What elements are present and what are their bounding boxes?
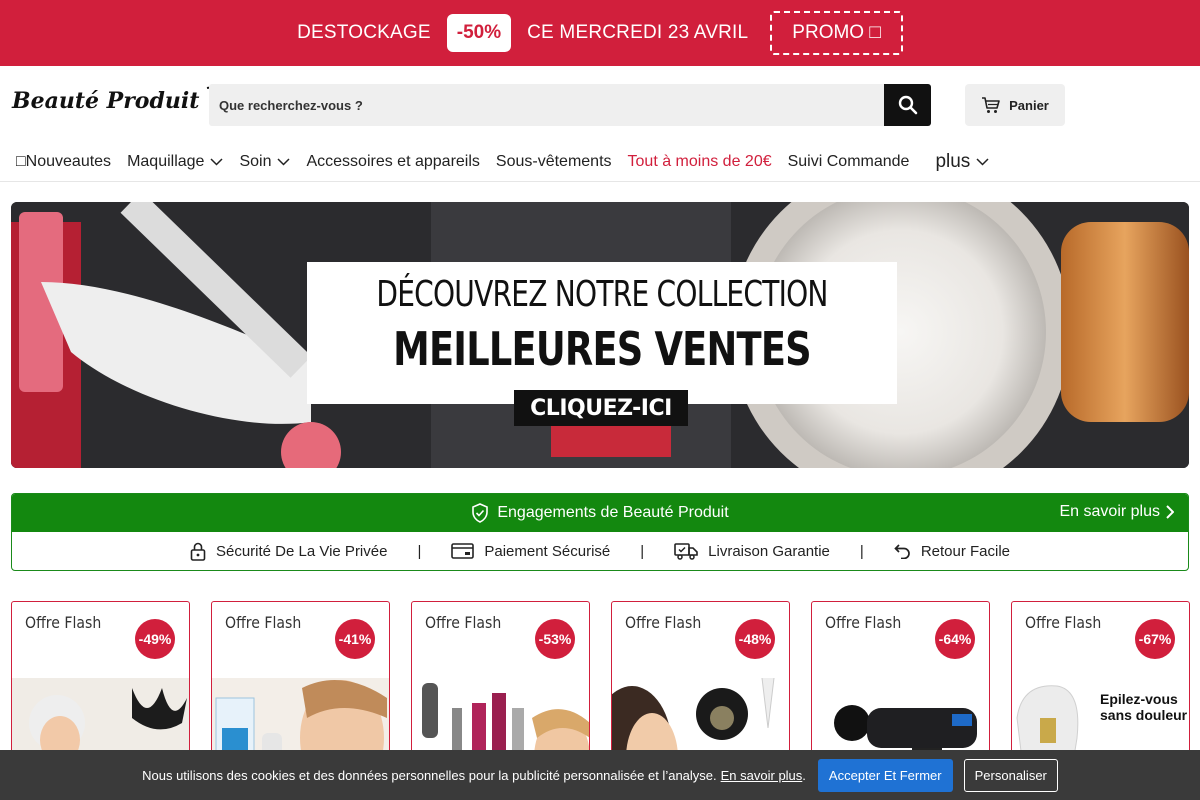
main-nav: □Nouveautes Maquillage Soin Accessoires … xyxy=(0,142,1200,182)
cookie-period: . xyxy=(802,767,806,783)
offer-label: Offre Flash xyxy=(225,613,302,632)
nav-item-label: □Nouveautes xyxy=(16,152,112,170)
hero-banner[interactable]: DÉCOUVREZ NOTRE COLLECTION MEILLEURES VE… xyxy=(11,202,1189,468)
nav-item-label: Sous-vêtements xyxy=(495,152,612,170)
cookie-message: Nous utilisons des cookies et des donnée… xyxy=(142,767,717,783)
cart-label: Panier xyxy=(1009,97,1049,113)
nav-item-nouveautes[interactable]: □Nouveautes xyxy=(16,153,111,171)
chevron-down-icon xyxy=(976,157,989,166)
nav-item-maquillage[interactable]: Maquillage xyxy=(127,153,223,171)
offer-label: Offre Flash xyxy=(425,613,502,632)
return-icon xyxy=(894,544,910,559)
promo-text-right: CE MERCREDI 23 AVRIL xyxy=(527,22,749,43)
engagement-label: Paiement Sécurisé xyxy=(484,542,611,560)
engagements-panel: Engagements de Beauté Produit En savoir … xyxy=(11,493,1189,571)
nav-item-label: Suivi Commande xyxy=(787,152,910,170)
engagements-header: Engagements de Beauté Produit En savoir … xyxy=(12,494,1188,532)
card-icon xyxy=(451,543,475,559)
cart-button[interactable]: Panier xyxy=(965,84,1065,126)
cart-icon xyxy=(982,97,1000,113)
engagements-more-label: En savoir plus xyxy=(1059,503,1161,520)
nav-item-sous-vetements[interactable]: Sous-vêtements xyxy=(496,153,612,171)
promo-banner: DESTOCKAGE -50% CE MERCREDI 23 AVRIL PRO… xyxy=(0,0,1200,66)
image-caption-2: sans douleur xyxy=(1100,707,1188,723)
separator: | xyxy=(417,542,422,560)
cookie-learn-more-link[interactable]: En savoir plus xyxy=(721,768,803,783)
discount-badge: -49% xyxy=(135,619,175,659)
search-button[interactable] xyxy=(884,84,931,126)
search-icon xyxy=(898,95,917,115)
engagement-label: Retour Facile xyxy=(920,542,1011,560)
separator: | xyxy=(859,542,864,560)
engagement-label: Sécurité De La Vie Privée xyxy=(215,542,388,560)
chevron-right-icon xyxy=(1166,505,1174,519)
engagements-title: Engagements de Beauté Produit xyxy=(497,504,729,521)
discount-badge: -53% xyxy=(535,619,575,659)
nav-item-label: Soin xyxy=(239,152,272,170)
offer-label: Offre Flash xyxy=(25,613,102,632)
discount-badge: -67% xyxy=(1135,619,1175,659)
hero-title-line2: MEILLEURES VENTES xyxy=(393,322,812,376)
engagements-list: Sécurité De La Vie Privée | Paiement Séc… xyxy=(12,532,1188,570)
engagement-privacy: Sécurité De La Vie Privée xyxy=(190,542,387,561)
promo-button[interactable]: PROMO □ xyxy=(770,11,903,55)
image-caption-1: Epilez-vous xyxy=(1100,691,1178,707)
promo-text-left: DESTOCKAGE xyxy=(297,22,431,43)
nav-item-suivi-commande[interactable]: Suivi Commande xyxy=(788,153,910,171)
accept-cookies-button[interactable]: Accepter Et Fermer xyxy=(817,758,953,792)
site-logo[interactable]: Beauté Produit xyxy=(12,86,225,116)
customize-cookies-button[interactable]: Personaliser xyxy=(963,758,1058,792)
chevron-down-icon xyxy=(210,157,223,166)
engagement-return: Retour Facile xyxy=(894,543,1010,560)
engagement-payment: Paiement Sécurisé xyxy=(451,543,610,560)
logo-text: Beauté Produit xyxy=(12,88,200,114)
hero-cta-button[interactable]: CLIQUEZ-ICI xyxy=(514,390,688,426)
discount-badge: -64% xyxy=(935,619,975,659)
lock-icon xyxy=(190,542,206,561)
nav-item-plus[interactable]: plus xyxy=(935,151,989,173)
discount-badge: -41% xyxy=(335,619,375,659)
offer-label: Offre Flash xyxy=(1025,613,1102,632)
nav-item-accessoires[interactable]: Accessoires et appareils xyxy=(306,153,479,171)
offer-label: Offre Flash xyxy=(825,613,902,632)
nav-item-soin[interactable]: Soin xyxy=(239,152,291,171)
search-bar xyxy=(209,84,931,126)
truck-icon xyxy=(674,543,698,560)
promo-discount-badge: -50% xyxy=(446,14,512,52)
hero-text-box: DÉCOUVREZ NOTRE COLLECTION MEILLEURES VE… xyxy=(307,262,897,404)
nav-item-label: Maquillage xyxy=(127,152,205,170)
nav-item-label: Tout à moins de 20€ xyxy=(627,152,772,170)
engagement-label: Livraison Garantie xyxy=(708,542,830,560)
offer-label: Offre Flash xyxy=(625,613,702,632)
cookie-banner: Nous utilisons des cookies et des donnée… xyxy=(0,750,1200,800)
nav-item-moins-20[interactable]: Tout à moins de 20€ xyxy=(628,153,772,171)
nav-item-label: plus xyxy=(935,150,971,172)
hero-title-line1: DÉCOUVREZ NOTRE COLLECTION xyxy=(376,274,828,315)
engagement-delivery: Livraison Garantie xyxy=(674,542,830,560)
discount-badge: -48% xyxy=(735,619,775,659)
site-header: Beauté Produit Panier xyxy=(0,66,1200,142)
chevron-down-icon xyxy=(277,157,291,166)
nav-item-label: Accessoires et appareils xyxy=(306,152,480,170)
separator: | xyxy=(640,542,645,560)
search-input[interactable] xyxy=(209,84,879,126)
engagements-more-link[interactable]: En savoir plus xyxy=(1059,503,1174,521)
shield-check-icon xyxy=(472,503,489,523)
